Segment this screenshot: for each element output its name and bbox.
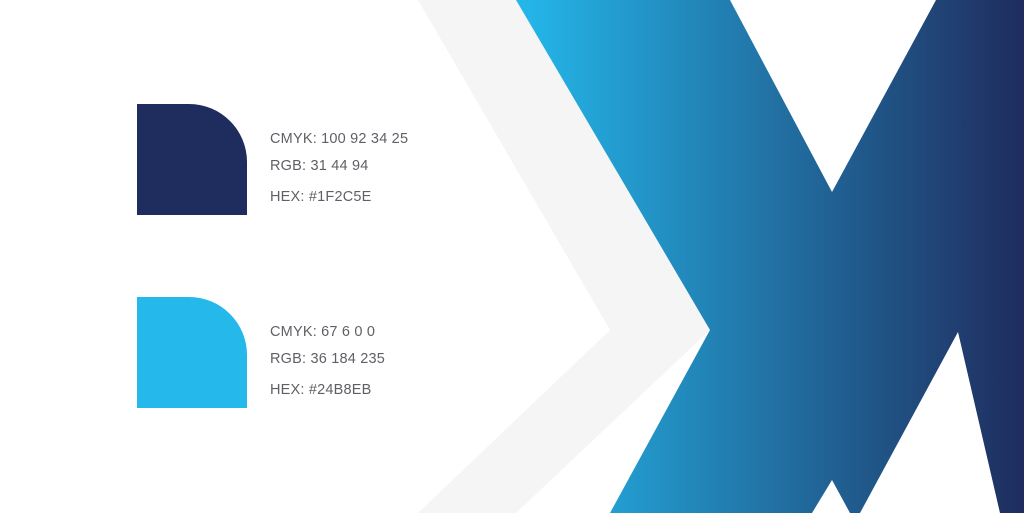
color-swatch-sky-blue [137, 297, 247, 408]
color-swatch-navy [137, 104, 247, 215]
hex-value: HEX: #24B8EB [270, 382, 372, 398]
cmyk-value: CMYK: 100 92 34 25 [270, 131, 409, 147]
hex-value: HEX: #1F2C5E [270, 189, 372, 205]
swatch-row-navy: CMYK: 100 92 34 25 RGB: 31 44 94 HEX: #1… [137, 104, 457, 215]
brand-graphic [418, 0, 1024, 513]
rgb-value: RGB: 36 184 235 [270, 351, 386, 367]
cmyk-value: CMYK: 67 6 0 0 [270, 324, 376, 340]
rgb-value: RGB: 31 44 94 [270, 158, 369, 174]
swatch-row-sky-blue: CMYK: 67 6 0 0 RGB: 36 184 235 HEX: #24B… [137, 297, 457, 408]
